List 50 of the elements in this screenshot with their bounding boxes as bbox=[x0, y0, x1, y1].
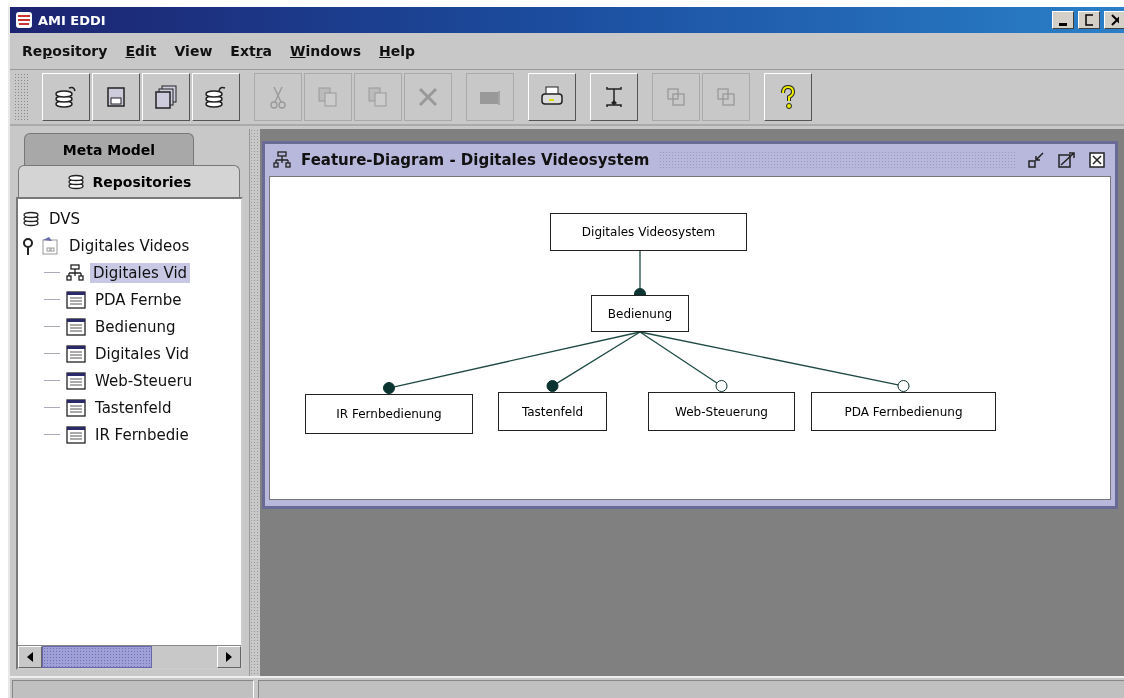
hierarchy-icon bbox=[273, 151, 291, 169]
feature-node: Digitales Videosystem bbox=[550, 213, 747, 251]
tree-item[interactable]: Web-Steueru bbox=[92, 370, 196, 391]
menu-item[interactable]: Windows bbox=[290, 43, 362, 59]
tree-item[interactable]: IR Fernbedie bbox=[92, 424, 192, 445]
maximize-icon bbox=[1085, 14, 1093, 26]
document-icon bbox=[66, 317, 86, 336]
close-icon bbox=[1111, 14, 1119, 26]
window-title: AMI EDDI bbox=[38, 12, 107, 28]
right-arrow-icon bbox=[225, 651, 233, 663]
feature-node: PDA Fernbedienung bbox=[811, 392, 996, 431]
close-button[interactable] bbox=[1104, 11, 1124, 29]
tab[interactable]: Meta Model bbox=[24, 133, 194, 165]
database-icon bbox=[66, 173, 85, 190]
left-arrow-icon bbox=[26, 651, 34, 663]
menu-item[interactable]: Repository bbox=[22, 43, 108, 59]
tree-item[interactable]: Digitales Videos bbox=[66, 235, 193, 256]
database-icon bbox=[22, 210, 40, 227]
minimize-button[interactable] bbox=[1052, 11, 1074, 29]
menu-item[interactable]: View bbox=[174, 43, 213, 59]
tree-item[interactable]: Tastenfeld bbox=[92, 397, 175, 418]
document-icon bbox=[66, 371, 86, 390]
menu-item[interactable]: Help bbox=[379, 43, 416, 59]
minimize-icon[interactable] bbox=[1027, 151, 1047, 169]
app-logo-icon bbox=[14, 10, 34, 30]
document-icon bbox=[66, 425, 86, 444]
tab[interactable]: Repositories bbox=[18, 165, 240, 197]
menu-item[interactable]: Edit bbox=[125, 43, 157, 59]
document-icon bbox=[66, 344, 86, 363]
expanded-handle-icon[interactable] bbox=[22, 236, 34, 255]
feature-node: Web-Steuerung bbox=[648, 392, 795, 431]
tree-item[interactable]: DVS bbox=[46, 208, 84, 229]
minimize-icon bbox=[1059, 22, 1067, 26]
feature-node: Bedienung bbox=[591, 295, 689, 332]
menu-item[interactable]: Extra bbox=[230, 43, 272, 59]
hierarchy-icon bbox=[66, 263, 84, 282]
tree-item[interactable]: Digitales Vid bbox=[90, 262, 191, 283]
horizontal-scrollbar[interactable] bbox=[18, 645, 241, 668]
tree-item[interactable]: Digitales Vid bbox=[92, 343, 193, 364]
feature-node: Tastenfeld bbox=[498, 392, 607, 431]
maximize-icon[interactable] bbox=[1057, 151, 1077, 169]
close-icon[interactable] bbox=[1087, 151, 1107, 169]
model-icon bbox=[40, 235, 60, 256]
maximize-button[interactable] bbox=[1078, 11, 1100, 29]
feature-node: IR Fernbedienung bbox=[305, 394, 473, 434]
tree-item[interactable]: PDA Fernbe bbox=[92, 289, 185, 310]
tree-item[interactable]: Bedienung bbox=[92, 316, 179, 337]
document-icon bbox=[66, 290, 86, 309]
frame-title: Feature-Diagram - Digitales Videosystem bbox=[301, 151, 650, 169]
document-icon bbox=[66, 398, 86, 417]
